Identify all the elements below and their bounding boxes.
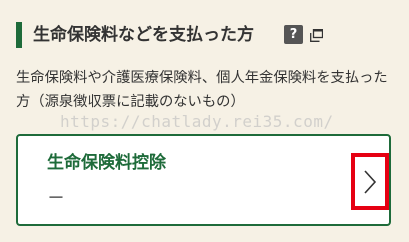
section-heading-bar [16,22,22,48]
highlight-box [351,153,389,210]
card-title: 生命保険料控除 [47,153,166,173]
deduction-card[interactable]: 生命保険料控除 － [16,134,391,226]
section-title: 生命保険料などを支払った方 [33,25,254,45]
card-value: － [47,188,65,209]
help-icon[interactable]: ? [284,25,303,44]
section-description: 生命保険料や介護医療保険料、個人年金保険料を支払った方（源泉徴収票に記載のないも… [16,70,388,110]
external-window-icon[interactable] [310,27,324,42]
watermark: https://chatlady.rei35.com/ [60,112,334,131]
chevron-right-icon[interactable] [363,169,377,195]
